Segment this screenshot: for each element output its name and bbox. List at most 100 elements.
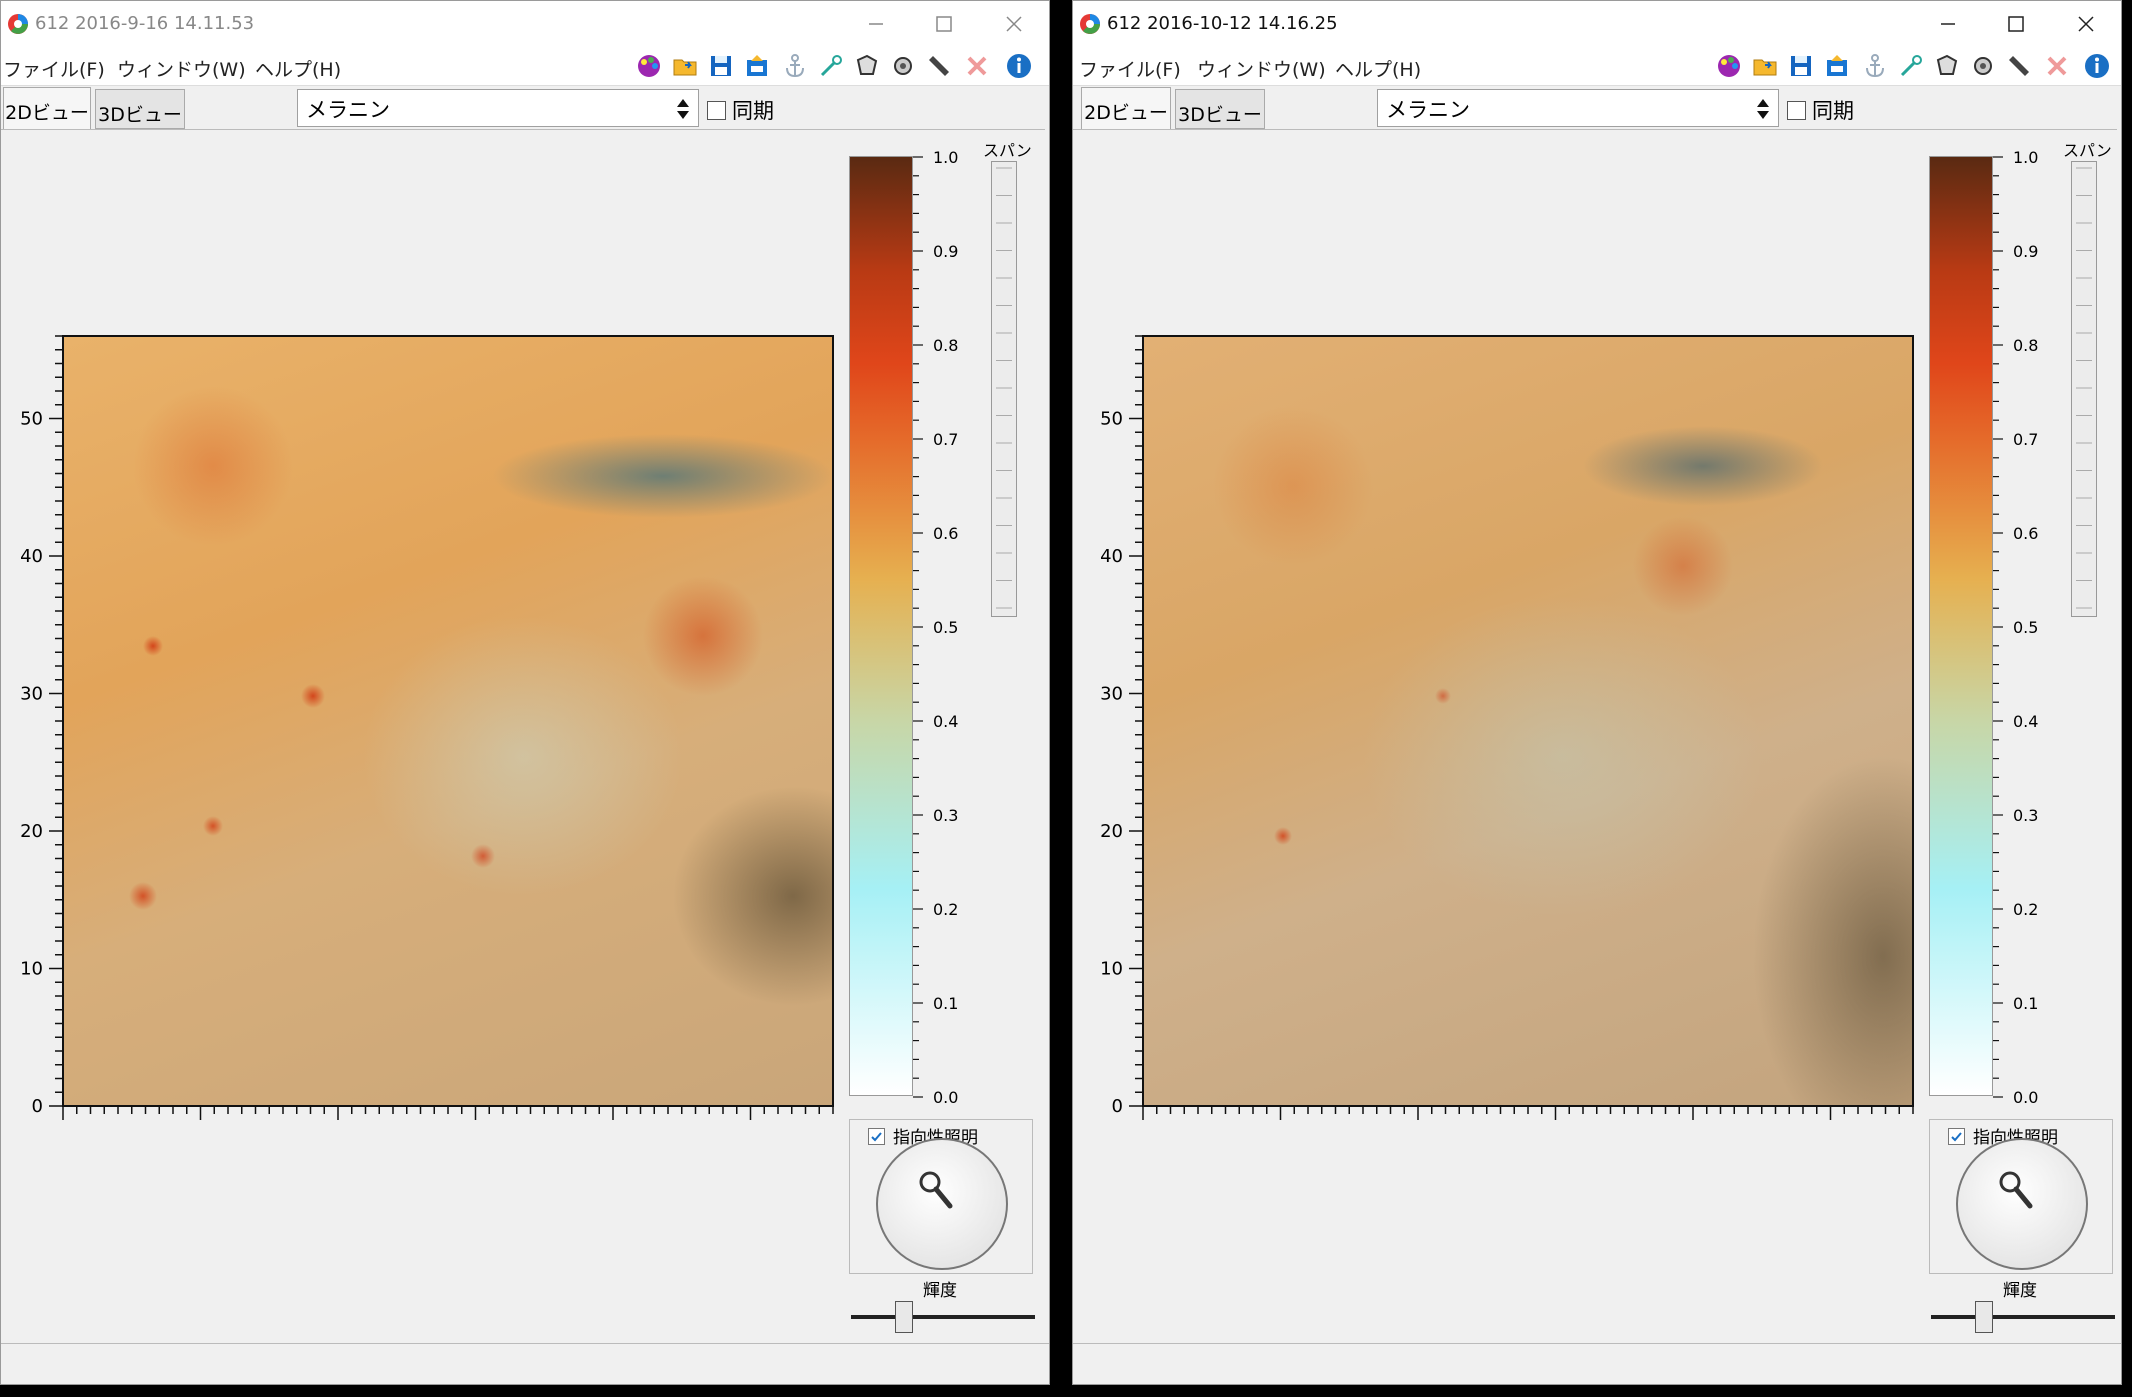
directional-light-panel: 指向性照明 (1929, 1119, 2113, 1274)
span-slider[interactable] (2071, 161, 2097, 617)
minimize-icon[interactable] (863, 11, 889, 37)
delete-icon[interactable] (2043, 52, 2071, 80)
colorbar-tick-label: 0.8 (2013, 336, 2038, 355)
sync-label: 同期 (732, 99, 774, 123)
brightness-slider-thumb[interactable] (895, 1301, 913, 1333)
checkbox-icon[interactable] (707, 101, 726, 120)
title-bar[interactable]: 612 2016-9-16 14.11.53 (1, 1, 1049, 47)
info-icon[interactable] (2083, 52, 2111, 80)
colorbar-ticks: 0.0 0.1 0.2 0.3 0.4 0.5 0.6 0.7 0.8 0.9 1.0 (913, 149, 958, 1107)
window-title: 612 2016-9-16 14.11.53 (35, 13, 255, 34)
sync-checkbox[interactable]: 同期 (707, 95, 774, 125)
tab-3d-view[interactable]: 3Dビュー (95, 89, 185, 129)
colorbar-tick-label: 0.9 (933, 242, 958, 261)
light-probe-icon (919, 1171, 953, 1209)
y-tick-label: 50 (20, 409, 43, 430)
circle-icon[interactable] (1969, 52, 1997, 80)
save-icon[interactable] (707, 52, 735, 80)
open-folder-icon[interactable] (1751, 52, 1779, 80)
palette-icon[interactable] (635, 52, 663, 80)
needle-icon[interactable] (817, 52, 845, 80)
light-direction-dial[interactable] (876, 1138, 1008, 1270)
y-tick-label: 10 (1100, 959, 1123, 980)
span-slider[interactable] (991, 161, 1017, 617)
info-icon[interactable] (1005, 52, 1033, 80)
axes-group: 0102030405001020304050 (1100, 335, 1914, 1120)
palette-icon[interactable] (1715, 52, 1743, 80)
colorbar-tick-label: 1.0 (933, 149, 958, 167)
menu-file[interactable]: ファイル(F) (1079, 55, 1181, 82)
brightness-slider-track[interactable] (851, 1315, 1035, 1319)
circle-icon[interactable] (889, 52, 917, 80)
colorbar-tick-label: 0.5 (2013, 618, 2038, 637)
toolbar (1707, 47, 2121, 85)
colorbar-tick-label: 0.7 (933, 430, 958, 449)
brightness-slider-thumb[interactable] (1975, 1301, 1993, 1333)
colorbar-tick-label: 0.6 (2013, 524, 2038, 543)
light-direction-dial[interactable] (1956, 1138, 2088, 1270)
tab-2d-view[interactable]: 2Dビュー (1081, 87, 1171, 131)
polygon-icon[interactable] (1933, 52, 1961, 80)
colorbar-tick-label: 0.9 (2013, 242, 2038, 261)
colorbar-tick-label: 0.3 (2013, 806, 2038, 825)
y-tick-label: 20 (1100, 821, 1123, 842)
span-slider-ticks (996, 167, 1012, 609)
ruler-icon[interactable] (2005, 52, 2033, 80)
tab-3d-view[interactable]: 3Dビュー (1175, 89, 1265, 129)
save-icon[interactable] (1787, 52, 1815, 80)
y-tick-label: 50 (1100, 409, 1123, 430)
polygon-icon[interactable] (853, 52, 881, 80)
colorbar-tick-label: 0.6 (933, 524, 958, 543)
span-slider-ticks (2076, 167, 2092, 609)
colorbar-ticks: 0.0 0.1 0.2 0.3 0.4 0.5 0.6 0.7 0.8 0.9 1.0 (1993, 149, 2038, 1107)
y-tick-label: 40 (1100, 546, 1123, 567)
anchor-icon[interactable] (1861, 52, 1889, 80)
window-title: 612 2016-10-12 14.16.25 (1107, 13, 1338, 34)
needle-icon[interactable] (1897, 52, 1925, 80)
menu-file[interactable]: ファイル(F) (3, 55, 105, 82)
y-tick-label: 30 (20, 684, 43, 705)
ruler-icon[interactable] (925, 52, 953, 80)
plot-frame (62, 335, 834, 1107)
window-left: 612 2016-9-16 14.11.53 ファイル(F) ウィンドウ(W) … (0, 0, 1050, 1385)
open-folder-icon[interactable] (671, 52, 699, 80)
colorbar-tick-label: 0.2 (933, 900, 958, 919)
colorbar-tick-label: 0.2 (2013, 900, 2038, 919)
channel-select[interactable]: メラニン (1377, 89, 1779, 127)
close-icon[interactable] (2073, 11, 2099, 37)
directional-light-panel: 指向性照明 (849, 1119, 1033, 1274)
menu-help[interactable]: ヘルプ(H) (1335, 55, 1421, 82)
status-bar (1073, 1343, 2121, 1384)
export-icon[interactable] (1823, 52, 1851, 80)
y-tick-label: 30 (1100, 684, 1123, 705)
maximize-icon[interactable] (2003, 11, 2029, 37)
y-tick-label: 40 (20, 546, 43, 567)
sync-checkbox[interactable]: 同期 (1787, 95, 1854, 125)
channel-select-value: メラニン (306, 98, 390, 122)
title-bar[interactable]: 612 2016-10-12 14.16.25 (1073, 1, 2121, 47)
brightness-label: 輝度 (923, 1281, 957, 1301)
menu-window[interactable]: ウィンドウ(W) (117, 55, 246, 82)
colorbar-tick-label: 0.8 (933, 336, 958, 355)
y-tick-label: 0 (32, 1096, 43, 1117)
delete-icon[interactable] (963, 52, 991, 80)
minimize-icon[interactable] (1935, 11, 1961, 37)
maximize-icon[interactable] (931, 11, 957, 37)
anchor-icon[interactable] (781, 52, 809, 80)
channel-select[interactable]: メラニン (297, 89, 699, 127)
colorbar-tick-label: 0.4 (933, 712, 958, 731)
menu-help[interactable]: ヘルプ(H) (255, 55, 341, 82)
axes-group: 0102030405001020304050 (20, 335, 834, 1120)
toolbar (627, 47, 1049, 85)
menu-window[interactable]: ウィンドウ(W) (1197, 55, 1326, 82)
colorbar-tick-label: 0.3 (933, 806, 958, 825)
updown-arrow-icon (677, 99, 689, 119)
export-icon[interactable] (743, 52, 771, 80)
close-icon[interactable] (1001, 11, 1027, 37)
checkbox-icon[interactable] (1787, 101, 1806, 120)
plot-frame (1142, 335, 1914, 1107)
brightness-slider-track[interactable] (1931, 1315, 2115, 1319)
colorbar-tick-label: 0.7 (2013, 430, 2038, 449)
window-right: 612 2016-10-12 14.16.25 ファイル(F) ウィンドウ(W)… (1072, 0, 2122, 1385)
tab-2d-view[interactable]: 2Dビュー (3, 87, 91, 131)
